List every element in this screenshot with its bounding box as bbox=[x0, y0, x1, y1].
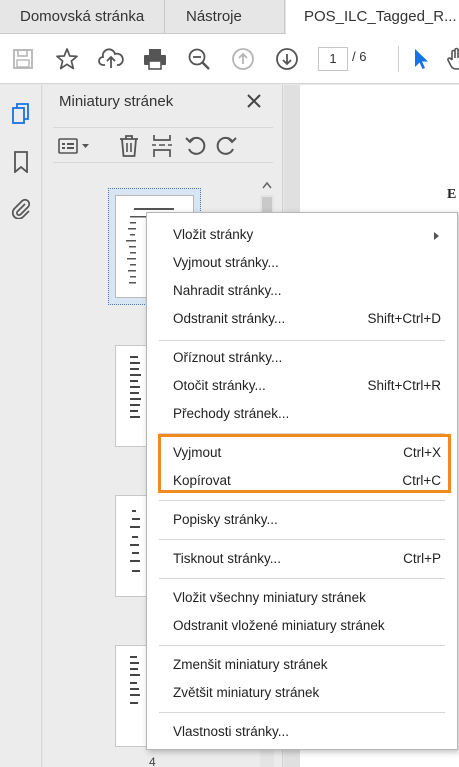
menu-item-label: Tisknout stránky... bbox=[173, 551, 282, 566]
pages-icon[interactable] bbox=[6, 99, 36, 129]
menu-item-label: Odstranit vložené miniatury stránek bbox=[173, 618, 385, 633]
menu-item-label: Odstranit stránky... bbox=[173, 311, 286, 326]
menu-item-enlarge-thumbnails[interactable]: Zvětšit miniatury stránek bbox=[147, 679, 457, 707]
menu-item-label: Vlastnosti stránky... bbox=[173, 724, 290, 739]
menu-item-embed-thumbnails[interactable]: Vložit všechny miniatury stránek bbox=[147, 584, 457, 612]
page-total: / 6 bbox=[352, 49, 367, 64]
star-icon[interactable] bbox=[52, 44, 82, 74]
close-icon[interactable] bbox=[244, 91, 264, 111]
menu-separator bbox=[159, 645, 445, 646]
tab-document[interactable]: POS_ILC_Tagged_R... bbox=[286, 0, 459, 35]
rotate-left-icon[interactable] bbox=[181, 132, 209, 160]
tab-home[interactable]: Domovská stránka bbox=[0, 0, 165, 34]
hand-icon[interactable] bbox=[442, 44, 459, 74]
options-icon[interactable] bbox=[55, 132, 95, 160]
menu-item-label: Zvětšit miniatury stránek bbox=[173, 685, 320, 700]
menu-item-delete-pages[interactable]: Odstranit stránky... Shift+Ctrl+D bbox=[147, 305, 457, 333]
menu-item-page-transitions[interactable]: Přechody stránek... bbox=[147, 400, 457, 428]
menu-separator bbox=[159, 340, 445, 341]
panel-toolbar bbox=[53, 127, 273, 163]
page-number-input[interactable]: 1 bbox=[318, 47, 348, 71]
main-toolbar: 1 / 6 bbox=[0, 34, 459, 84]
menu-separator bbox=[159, 578, 445, 579]
menu-item-label: Popisky stránky... bbox=[173, 512, 278, 527]
menu-item-label: Vyjmout stránky... bbox=[173, 255, 279, 270]
attachment-icon[interactable] bbox=[6, 193, 36, 223]
panel-title: Miniatury stránek bbox=[59, 93, 174, 110]
menu-separator bbox=[159, 712, 445, 713]
print-icon[interactable] bbox=[140, 44, 170, 74]
bookmark-icon[interactable] bbox=[6, 147, 36, 177]
menu-item-shortcut: Shift+Ctrl+D bbox=[367, 311, 441, 326]
menu-item-label: Nahradit stránky... bbox=[173, 283, 282, 298]
delete-icon[interactable] bbox=[115, 132, 143, 160]
menu-item-extract-pages[interactable]: Vyjmout stránky... bbox=[147, 249, 457, 277]
scroll-up-arrow[interactable] bbox=[260, 178, 274, 192]
menu-item-shortcut: Shift+Ctrl+R bbox=[367, 378, 441, 393]
document-text: E bbox=[447, 187, 457, 202]
submenu-arrow-icon bbox=[434, 232, 439, 240]
tab-bar: Domovská stránka Nástroje POS_ILC_Tagged… bbox=[0, 0, 459, 35]
menu-item-label: Otočit stránky... bbox=[173, 378, 266, 393]
menu-item-reduce-thumbnails[interactable]: Zmenšit miniatury stránek bbox=[147, 651, 457, 679]
menu-item-label: Oříznout stránky... bbox=[173, 350, 283, 365]
menu-item-replace-pages[interactable]: Nahradit stránky... bbox=[147, 277, 457, 305]
menu-item-shortcut: Ctrl+P bbox=[403, 551, 441, 566]
page-up-icon[interactable] bbox=[228, 44, 258, 74]
tab-tools[interactable]: Nástroje bbox=[165, 0, 285, 34]
menu-item-label: Vložit všechny miniatury stránek bbox=[173, 590, 366, 605]
menu-item-rotate-pages[interactable]: Otočit stránky... Shift+Ctrl+R bbox=[147, 372, 457, 400]
menu-separator bbox=[159, 539, 445, 540]
thumbnail-page-number: 4 bbox=[149, 755, 156, 767]
menu-item-page-properties[interactable]: Vlastnosti stránky... bbox=[147, 718, 457, 746]
menu-item-remove-thumbnails[interactable]: Odstranit vložené miniatury stránek bbox=[147, 612, 457, 640]
menu-item-page-labels[interactable]: Popisky stránky... bbox=[147, 506, 457, 534]
save-icon[interactable] bbox=[8, 44, 38, 74]
toolbar-divider bbox=[398, 46, 399, 72]
page-down-icon[interactable] bbox=[272, 44, 302, 74]
menu-item-label: Zmenšit miniatury stránek bbox=[173, 657, 328, 672]
select-cursor-icon[interactable] bbox=[406, 44, 436, 74]
rotate-right-icon[interactable] bbox=[213, 132, 241, 160]
menu-item-print-pages[interactable]: Tisknout stránky... Ctrl+P bbox=[147, 545, 457, 573]
cloud-upload-icon[interactable] bbox=[96, 44, 126, 74]
navigation-rail bbox=[0, 85, 42, 767]
menu-separator bbox=[159, 500, 445, 501]
menu-item-insert-pages[interactable]: Vložit stránky bbox=[147, 221, 457, 249]
zoom-out-icon[interactable] bbox=[184, 44, 214, 74]
menu-item-label: Vložit stránky bbox=[173, 227, 254, 242]
highlight-box bbox=[158, 434, 451, 493]
insert-page-icon[interactable] bbox=[148, 132, 176, 160]
menu-item-crop-pages[interactable]: Oříznout stránky... bbox=[147, 344, 457, 372]
menu-item-label: Přechody stránek... bbox=[173, 406, 290, 421]
